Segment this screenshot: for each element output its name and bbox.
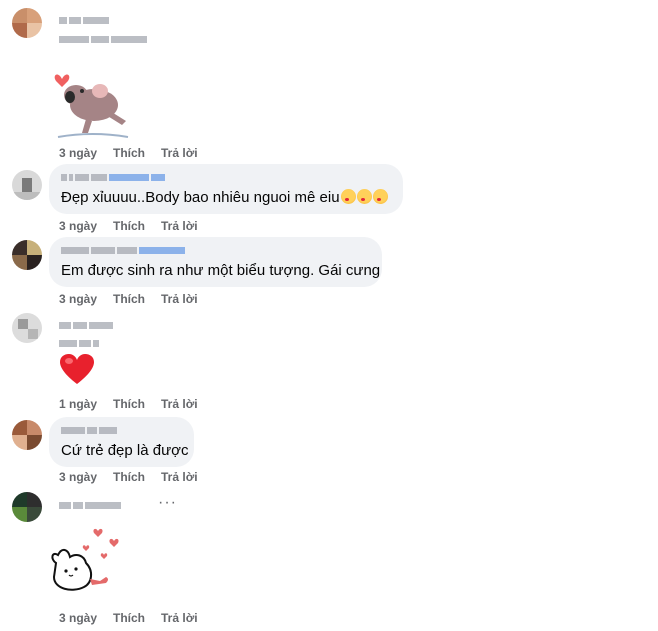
like-button[interactable]: Thích — [113, 397, 145, 411]
like-button[interactable]: Thích — [113, 292, 145, 306]
comment-author-sub — [59, 336, 99, 350]
face-blowing-kiss-icon — [340, 189, 356, 204]
avatar[interactable] — [12, 420, 42, 450]
comment-author[interactable] — [59, 13, 109, 27]
avatar[interactable] — [12, 8, 42, 38]
comment-text: Đẹp xỉuuuu..Body bao nhiêu nguoi mê eiu — [61, 188, 391, 208]
comment-author[interactable] — [59, 498, 121, 512]
bunny-hearts-sticker — [46, 525, 128, 600]
avatar[interactable] — [12, 240, 42, 270]
comment-bubble: Cứ trẻ đẹp là được — [49, 417, 194, 467]
more-options-icon[interactable]: ··· — [158, 494, 177, 512]
comment-time[interactable]: 3 ngày — [59, 146, 97, 160]
like-button[interactable]: Thích — [113, 219, 145, 233]
avatar[interactable] — [12, 170, 42, 200]
reply-button[interactable]: Trả lời — [161, 611, 198, 625]
face-blowing-kiss-icon — [372, 189, 388, 204]
red-heart-emoji — [60, 354, 94, 386]
comment-author[interactable] — [61, 423, 182, 437]
comment-author[interactable] — [59, 318, 113, 332]
comment-meta: 3 ngày Thích Trả lời — [59, 611, 198, 625]
comment-text: Em được sinh ra như một biểu tượng. Gái … — [61, 262, 381, 279]
comment-time[interactable]: 3 ngày — [59, 292, 97, 306]
reply-button[interactable]: Trả lời — [161, 397, 198, 411]
koala-sticker — [52, 67, 132, 142]
comment-time[interactable]: 3 ngày — [59, 470, 97, 484]
avatar[interactable] — [12, 313, 42, 343]
comment-meta: 3 ngày Thích Trả lời — [59, 219, 198, 233]
comment-time[interactable]: 3 ngày — [59, 219, 97, 233]
comment-text: Cứ trẻ đẹp là được — [61, 442, 189, 459]
reply-button[interactable]: Trả lời — [161, 146, 198, 160]
like-button[interactable]: Thích — [113, 611, 145, 625]
comment-time[interactable]: 3 ngày — [59, 611, 97, 625]
like-button[interactable]: Thích — [113, 146, 145, 160]
comment-meta: 1 ngày Thích Trả lời — [59, 397, 198, 411]
comment-meta: 3 ngày Thích Trả lời — [59, 146, 198, 160]
comment-author[interactable] — [61, 243, 370, 257]
comment-meta: 3 ngày Thích Trả lời — [59, 470, 198, 484]
comment-meta: 3 ngày Thích Trả lời — [59, 292, 198, 306]
comment-author[interactable] — [61, 170, 391, 184]
comment-bubble: Đẹp xỉuuuu..Body bao nhiêu nguoi mê eiu — [49, 164, 403, 214]
comment-time[interactable]: 1 ngày — [59, 397, 97, 411]
reply-button[interactable]: Trả lời — [161, 470, 198, 484]
comment-author-sub — [59, 32, 147, 46]
comment-bubble: Em được sinh ra như một biểu tượng. Gái … — [49, 237, 382, 287]
avatar[interactable] — [12, 492, 42, 522]
reply-button[interactable]: Trả lời — [161, 219, 198, 233]
reply-button[interactable]: Trả lời — [161, 292, 198, 306]
face-blowing-kiss-icon — [356, 189, 372, 204]
like-button[interactable]: Thích — [113, 470, 145, 484]
